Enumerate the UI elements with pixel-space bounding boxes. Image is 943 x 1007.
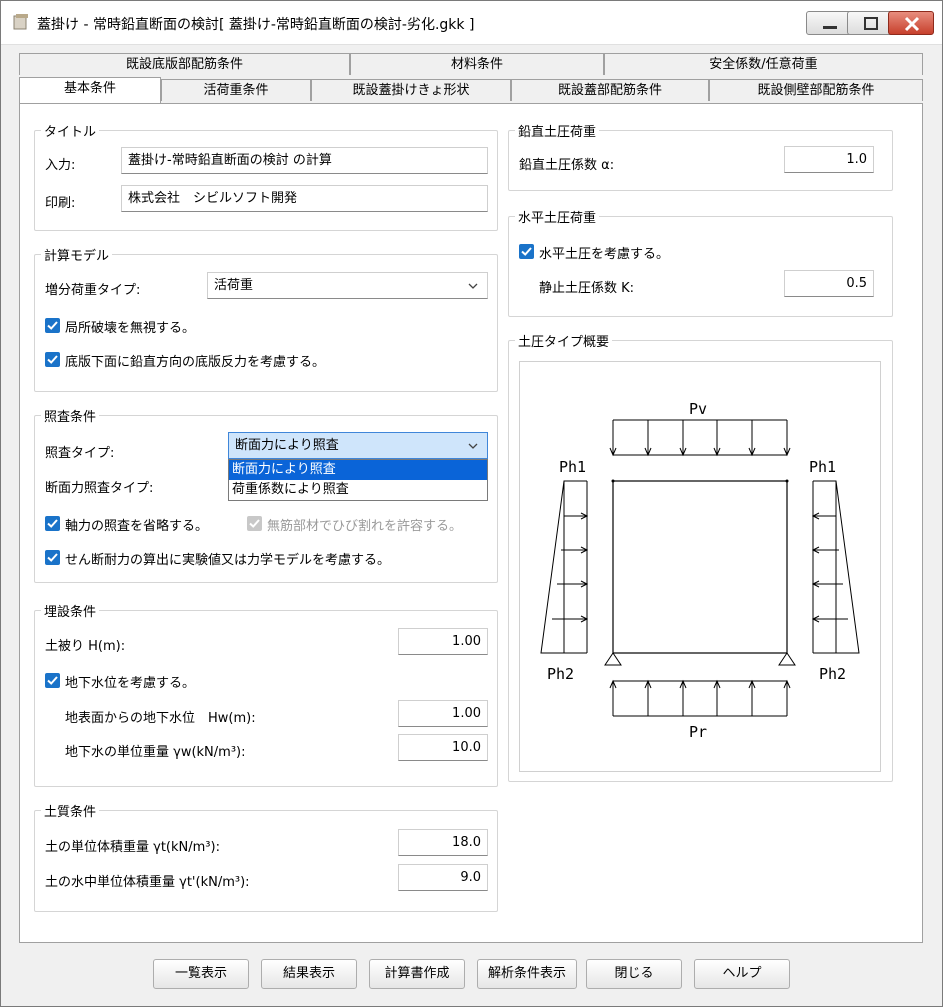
ph2-right-label: Ph2 bbox=[819, 665, 846, 683]
close-dialog-button[interactable]: 閉じる bbox=[586, 959, 682, 989]
groundwater-level-field[interactable]: 1.00 bbox=[398, 700, 488, 727]
close-icon bbox=[904, 16, 920, 32]
tab-material[interactable]: 材料条件 bbox=[350, 53, 604, 75]
chevron-down-icon bbox=[468, 283, 478, 289]
consider-groundwater-checkbox[interactable] bbox=[45, 673, 60, 688]
groundwater-weight-field[interactable]: 10.0 bbox=[398, 734, 488, 761]
check-icon bbox=[47, 676, 58, 685]
print-title-field[interactable]: 株式会社 シビルソフト開発 bbox=[121, 185, 488, 212]
soil-group: 土質条件 土の単位体積重量 γt(kN/m³): 18.0 土の水中単位体積重量… bbox=[34, 801, 498, 912]
ph2-left-label: Ph2 bbox=[547, 665, 574, 683]
minimize-button[interactable] bbox=[806, 11, 852, 35]
maximize-button[interactable] bbox=[847, 11, 893, 35]
group-title: 照査条件 bbox=[41, 406, 100, 425]
check-type-dropdown-list: 断面力により照査 荷重係数により照査 bbox=[228, 459, 488, 501]
title-input-field[interactable]: 蓋掛け-常時鉛直断面の検討 の計算 bbox=[121, 147, 488, 174]
ignore-local-failure-checkbox[interactable] bbox=[45, 318, 60, 333]
calc-model-group: 計算モデル 増分荷重タイプ: 活荷重 局所破壊を無視する。 底版下面に鉛直方向の… bbox=[34, 245, 498, 392]
basic-conditions-panel: タイトル 入力: 蓋掛け-常時鉛直断面の検討 の計算 印刷: 株式会社 シビルソ… bbox=[19, 103, 923, 943]
window-title: 蓋掛け - 常時鉛直断面の検討[ 蓋掛け-常時鉛直断面の検討-劣化.gkk ] bbox=[37, 17, 475, 33]
section-force-type-label: 断面力照査タイプ: bbox=[45, 481, 154, 496]
group-title: 鉛直土圧荷重 bbox=[515, 121, 600, 140]
vertical-coef-field[interactable]: 1.0 bbox=[784, 146, 874, 173]
burial-group: 埋設条件 土被り H(m): 1.00 地下水位を考慮する。 地表面からの地下水… bbox=[34, 601, 498, 787]
allow-crack-label: 無筋部材でひび割れを許容する。 bbox=[267, 519, 463, 534]
consider-base-reaction-label: 底版下面に鉛直方向の底版反力を考慮する。 bbox=[65, 355, 326, 370]
shear-model-checkbox[interactable] bbox=[45, 550, 60, 565]
soil-unit-weight-field[interactable]: 18.0 bbox=[398, 829, 488, 856]
cover-label: 土被り H(m): bbox=[45, 639, 126, 654]
soil-submerged-weight-field[interactable]: 9.0 bbox=[398, 864, 488, 891]
soil-submerged-weight-label: 土の水中単位体積重量 γt'(kN/m³): bbox=[45, 875, 250, 890]
group-title: 土質条件 bbox=[41, 801, 100, 820]
omit-axial-label: 軸力の照査を省略する。 bbox=[65, 519, 209, 534]
result-view-button[interactable]: 結果表示 bbox=[261, 959, 357, 989]
input-label: 入力: bbox=[45, 158, 76, 173]
pv-label: Pv bbox=[689, 400, 707, 418]
option-section-force[interactable]: 断面力により照査 bbox=[229, 460, 487, 480]
create-report-button[interactable]: 計算書作成 bbox=[369, 959, 465, 989]
dialog-window: 蓋掛け - 常時鉛直断面の検討[ 蓋掛け-常時鉛直断面の検討-劣化.gkk ] … bbox=[0, 0, 943, 1007]
horizontal-coef-field[interactable]: 0.5 bbox=[784, 270, 874, 297]
analysis-conditions-button[interactable]: 解析条件表示 bbox=[477, 959, 577, 989]
title-bar[interactable]: 蓋掛け - 常時鉛直断面の検討[ 蓋掛け-常時鉛直断面の検討-劣化.gkk ] bbox=[1, 1, 942, 45]
tab-basic-conditions[interactable]: 基本条件 bbox=[19, 77, 161, 103]
check-icon bbox=[521, 247, 532, 256]
group-title: タイトル bbox=[41, 121, 100, 140]
horizontal-coef-label: 静止土圧係数 K: bbox=[539, 281, 635, 296]
consider-base-reaction-checkbox[interactable] bbox=[45, 352, 60, 367]
ph1-left-label: Ph1 bbox=[559, 458, 586, 476]
chevron-down-icon bbox=[468, 443, 478, 449]
consider-horizontal-pressure-label: 水平土圧を考慮する。 bbox=[539, 247, 670, 262]
check-icon bbox=[47, 355, 58, 364]
load-type-select[interactable]: 活荷重 bbox=[207, 272, 488, 299]
vertical-earth-pressure-group: 鉛直土圧荷重 鉛直土圧係数 α: 1.0 bbox=[508, 121, 893, 191]
check-icon bbox=[47, 321, 58, 330]
check-conditions-group: 照査条件 照査タイプ: 断面力により照査 断面力により照査 荷重係数により照査 … bbox=[34, 406, 498, 583]
tab-lid-rebar[interactable]: 既設蓋部配筋条件 bbox=[511, 79, 709, 101]
earth-pressure-diagram: Pv Pr Ph1 Ph1 Ph2 Ph2 bbox=[519, 361, 881, 772]
group-title: 水平土圧荷重 bbox=[515, 207, 600, 226]
app-icon bbox=[13, 14, 28, 30]
group-title: 計算モデル bbox=[41, 245, 113, 264]
check-icon bbox=[47, 553, 58, 562]
title-group: タイトル 入力: 蓋掛け-常時鉛直断面の検討 の計算 印刷: 株式会社 シビルソ… bbox=[34, 121, 498, 231]
tab-safety-factor[interactable]: 安全係数/任意荷重 bbox=[604, 53, 923, 75]
load-type-value: 活荷重 bbox=[214, 278, 254, 293]
shear-model-label: せん断耐力の算出に実験値又は力学モデルを考慮する。 bbox=[65, 553, 391, 568]
group-title: 埋設条件 bbox=[41, 601, 100, 620]
ph1-right-label: Ph1 bbox=[809, 458, 836, 476]
tab-strip: 既設底版部配筋条件 材料条件 安全係数/任意荷重 基本条件 活荷重条件 既設蓋掛… bbox=[1, 45, 942, 105]
check-icon bbox=[47, 519, 58, 528]
load-type-label: 増分荷重タイプ: bbox=[45, 283, 141, 298]
vertical-coef-label: 鉛直土圧係数 α: bbox=[519, 158, 615, 173]
pr-label: Pr bbox=[689, 723, 707, 741]
tab-base-slab-rebar[interactable]: 既設底版部配筋条件 bbox=[19, 53, 350, 75]
check-type-value: 断面力により照査 bbox=[235, 438, 339, 453]
print-label: 印刷: bbox=[45, 196, 76, 211]
allow-crack-checkbox[interactable] bbox=[247, 516, 262, 531]
check-type-select[interactable]: 断面力により照査 bbox=[228, 432, 488, 459]
groundwater-level-label: 地表面からの地下水位 Hw(m): bbox=[65, 711, 256, 726]
omit-axial-checkbox[interactable] bbox=[45, 516, 60, 531]
group-title: 土圧タイプ概要 bbox=[515, 331, 613, 350]
cover-field[interactable]: 1.00 bbox=[398, 628, 488, 655]
check-type-label: 照査タイプ: bbox=[45, 446, 115, 461]
earth-pressure-diagram-group: 土圧タイプ概要 Pv Pr Ph1 Ph1 Ph2 Ph2 bbox=[508, 331, 893, 782]
list-view-button[interactable]: 一覧表示 bbox=[153, 959, 249, 989]
groundwater-weight-label: 地下水の単位重量 γw(kN/m³): bbox=[65, 745, 246, 760]
consider-groundwater-label: 地下水位を考慮する。 bbox=[65, 676, 196, 691]
horizontal-earth-pressure-group: 水平土圧荷重 水平土圧を考慮する。 静止土圧係数 K: 0.5 bbox=[508, 207, 893, 317]
tab-side-wall-rebar[interactable]: 既設側壁部配筋条件 bbox=[709, 79, 923, 101]
option-load-factor[interactable]: 荷重係数により照査 bbox=[229, 480, 487, 500]
tab-culvert-shape[interactable]: 既設蓋掛けきょ形状 bbox=[311, 79, 511, 101]
tab-live-load[interactable]: 活荷重条件 bbox=[161, 79, 311, 101]
check-icon bbox=[249, 519, 260, 528]
help-button[interactable]: ヘルプ bbox=[694, 959, 790, 989]
soil-unit-weight-label: 土の単位体積重量 γt(kN/m³): bbox=[45, 840, 220, 855]
close-button[interactable] bbox=[888, 11, 934, 35]
consider-horizontal-pressure-checkbox[interactable] bbox=[519, 244, 534, 259]
ignore-local-failure-label: 局所破壊を無視する。 bbox=[65, 321, 196, 336]
